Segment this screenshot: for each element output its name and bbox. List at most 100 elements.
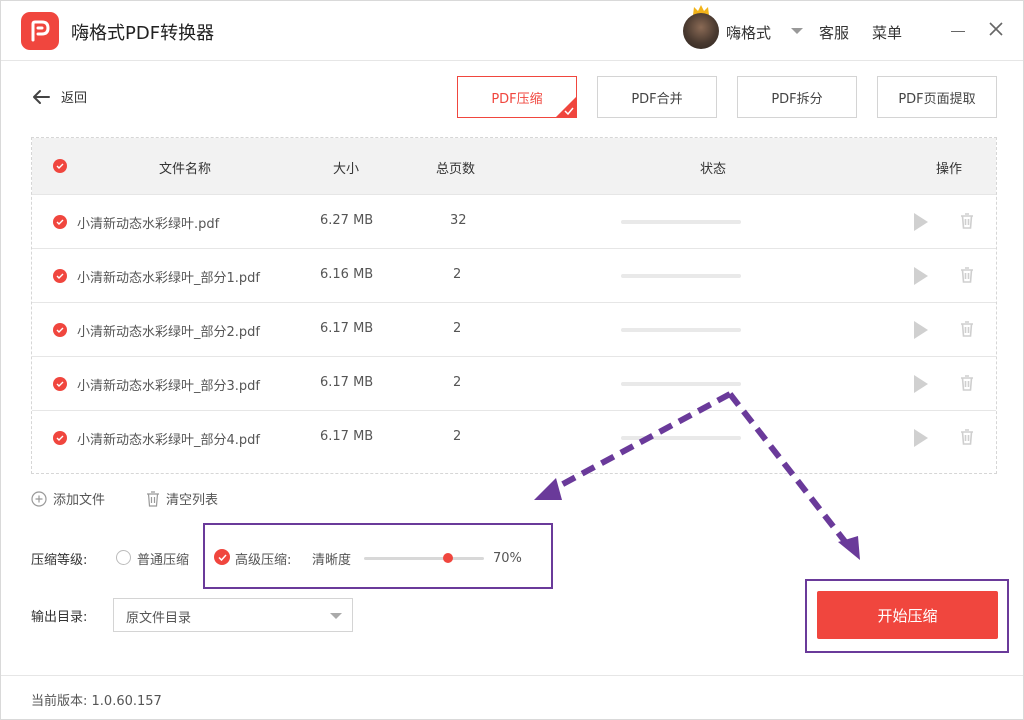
row-checkbox[interactable] — [53, 215, 67, 229]
tab-pdf-compress[interactable]: PDF压缩 — [457, 76, 577, 118]
arrow-left-icon — [33, 89, 50, 104]
page-count: 32 — [450, 213, 467, 228]
start-compress-button[interactable]: 开始压缩 — [817, 591, 998, 639]
check-icon — [56, 163, 64, 169]
header-status: 状态 — [700, 162, 727, 177]
avatar[interactable] — [683, 13, 719, 49]
row-checkbox[interactable] — [53, 377, 67, 391]
select-all-checkbox[interactable] — [53, 159, 67, 173]
progress-bar — [621, 220, 741, 224]
row-checkbox[interactable] — [53, 431, 67, 445]
row-checkbox[interactable] — [53, 323, 67, 337]
back-button[interactable]: 返回 — [31, 87, 87, 106]
play-icon[interactable] — [914, 375, 928, 393]
version-text: 当前版本: 1.0.60.157 — [31, 690, 162, 709]
compression-level-label: 压缩等级: — [31, 553, 88, 568]
progress-bar — [621, 436, 741, 440]
check-icon — [564, 107, 574, 115]
clarity-value: 70% — [493, 551, 522, 566]
table-header: 文件名称 大小 总页数 状态 操作 — [32, 138, 996, 194]
plus-circle-icon — [31, 490, 47, 507]
add-file-button[interactable]: 添加文件 — [31, 489, 105, 508]
file-size: 6.17 MB — [320, 321, 374, 336]
progress-bar — [621, 274, 741, 278]
progress-bar — [621, 382, 741, 386]
minimize-icon[interactable] — [951, 31, 965, 32]
play-icon[interactable] — [914, 321, 928, 339]
progress-bar — [621, 328, 741, 332]
check-icon — [56, 435, 64, 441]
trash-icon — [147, 490, 159, 507]
page-count: 2 — [453, 267, 462, 282]
row-checkbox[interactable] — [53, 269, 67, 283]
tab-label: PDF合并 — [631, 91, 683, 107]
advanced-compression-checkbox[interactable] — [214, 549, 230, 565]
file-size: 6.27 MB — [320, 213, 374, 228]
play-icon[interactable] — [914, 213, 928, 231]
tab-label: PDF压缩 — [491, 91, 543, 107]
close-icon[interactable] — [988, 21, 1004, 37]
header-actions: 操作 — [936, 162, 963, 177]
clarity-slider[interactable] — [364, 557, 484, 560]
file-table: 文件名称 大小 总页数 状态 操作 小清新动态水彩绿叶.pdf 6.27 MB … — [31, 137, 997, 474]
app-window: 嗨格式PDF转换器 嗨格式 客服 菜单 返回 PDF压缩 PDF合并 PDF拆分… — [0, 0, 1024, 720]
page-count: 2 — [453, 429, 462, 444]
file-name: 小清新动态水彩绿叶_部分3.pdf — [77, 379, 260, 394]
play-icon[interactable] — [914, 429, 928, 447]
trash-icon[interactable] — [960, 321, 974, 337]
check-icon — [56, 327, 64, 333]
normal-compression-label[interactable]: 普通压缩 — [137, 549, 189, 568]
clarity-slider-handle[interactable] — [443, 553, 453, 563]
table-row: 小清新动态水彩绿叶_部分1.pdf 6.16 MB 2 — [32, 248, 996, 302]
file-size: 6.17 MB — [320, 375, 374, 390]
output-directory-label: 输出目录: — [31, 610, 88, 625]
add-file-label: 添加文件 — [53, 493, 106, 508]
table-row: 小清新动态水彩绿叶.pdf 6.27 MB 32 — [32, 194, 996, 248]
trash-icon[interactable] — [960, 375, 974, 391]
file-size: 6.16 MB — [320, 267, 374, 282]
version-number: 1.0.60.157 — [91, 694, 162, 709]
file-name: 小清新动态水彩绿叶.pdf — [77, 217, 220, 232]
advanced-compression-label[interactable]: 高级压缩: — [235, 549, 291, 568]
username[interactable]: 嗨格式 — [726, 22, 771, 43]
normal-compression-radio[interactable] — [116, 550, 131, 565]
check-icon — [56, 273, 64, 279]
header-file-name: 文件名称 — [159, 162, 212, 177]
table-row: 小清新动态水彩绿叶_部分3.pdf 6.17 MB 2 — [32, 356, 996, 410]
output-directory-select[interactable]: 原文件目录 — [113, 598, 353, 632]
chevron-down-icon — [330, 613, 342, 619]
version-label: 当前版本: — [31, 694, 88, 709]
clarity-label: 清晰度 — [312, 553, 352, 568]
header-pages: 总页数 — [436, 162, 476, 177]
back-label: 返回 — [61, 91, 88, 106]
output-directory-value: 原文件目录 — [126, 611, 192, 626]
tab-label: PDF拆分 — [771, 91, 823, 107]
tab-pdf-merge[interactable]: PDF合并 — [597, 76, 717, 118]
check-icon — [56, 219, 64, 225]
chevron-down-icon[interactable] — [791, 28, 803, 34]
customer-service-link[interactable]: 客服 — [819, 22, 849, 43]
check-icon — [56, 381, 64, 387]
app-logo-icon — [21, 12, 59, 50]
app-title: 嗨格式PDF转换器 — [71, 23, 215, 44]
file-name: 小清新动态水彩绿叶_部分1.pdf — [77, 271, 260, 286]
trash-icon[interactable] — [960, 213, 974, 229]
check-icon — [217, 553, 227, 561]
page-count: 2 — [453, 375, 462, 390]
header-size: 大小 — [333, 162, 360, 177]
file-size: 6.17 MB — [320, 429, 374, 444]
footer: 当前版本: 1.0.60.157 — [1, 675, 1023, 719]
table-row: 小清新动态水彩绿叶_部分4.pdf 6.17 MB 2 — [32, 410, 996, 464]
play-icon[interactable] — [914, 267, 928, 285]
clear-list-button[interactable]: 清空列表 — [146, 489, 218, 508]
tab-pdf-split[interactable]: PDF拆分 — [737, 76, 857, 118]
menu-link[interactable]: 菜单 — [872, 22, 902, 43]
file-name: 小清新动态水彩绿叶_部分2.pdf — [77, 325, 260, 340]
clear-list-label: 清空列表 — [166, 493, 219, 508]
tab-pdf-page-extract[interactable]: PDF页面提取 — [877, 76, 997, 118]
trash-icon[interactable] — [960, 429, 974, 445]
trash-icon[interactable] — [960, 267, 974, 283]
file-name: 小清新动态水彩绿叶_部分4.pdf — [77, 433, 260, 448]
page-count: 2 — [453, 321, 462, 336]
tab-label: PDF页面提取 — [898, 91, 976, 107]
